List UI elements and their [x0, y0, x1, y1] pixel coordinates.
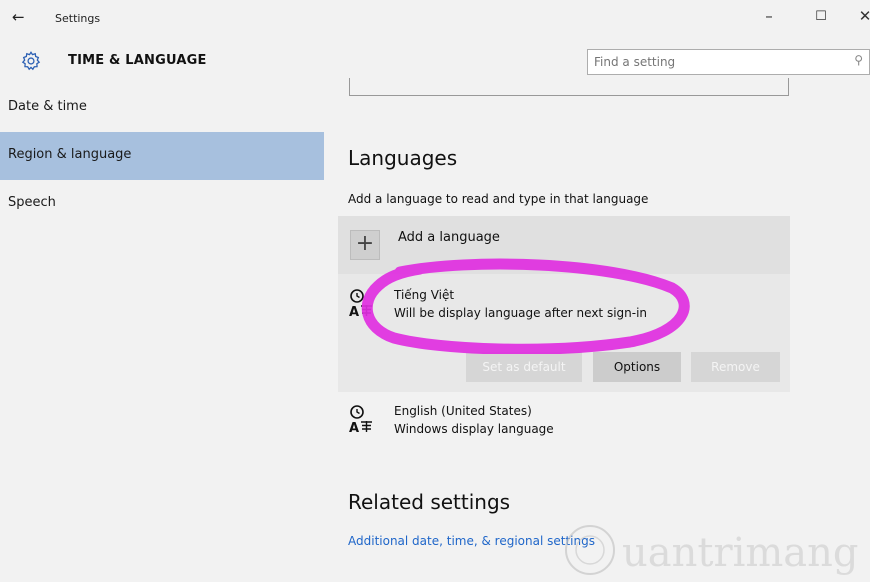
- region-dropdown-partial[interactable]: [349, 78, 789, 96]
- language-name: English (United States): [394, 404, 532, 418]
- language-item-selected[interactable]: A Tiếng Việt Will be display language af…: [338, 274, 790, 392]
- maximize-button[interactable]: ☐: [806, 9, 836, 24]
- language-icon: A: [349, 405, 372, 434]
- language-name: Tiếng Việt: [394, 288, 455, 302]
- watermark-logo: uantrimang: [565, 525, 859, 576]
- options-button[interactable]: Options: [593, 352, 681, 382]
- add-language-button[interactable]: + Add a language: [338, 216, 790, 274]
- sidebar-item-region-language[interactable]: Region & language: [0, 132, 324, 180]
- sidebar-item-date-time[interactable]: Date & time: [0, 84, 324, 132]
- search-box[interactable]: ⚲: [587, 49, 870, 75]
- sidebar-item-label: Date & time: [8, 99, 87, 114]
- close-button[interactable]: ✕: [850, 7, 870, 25]
- page-title: TIME & LANGUAGE: [68, 53, 207, 68]
- add-language-label: Add a language: [398, 230, 500, 245]
- minimize-button[interactable]: –: [754, 7, 784, 25]
- sidebar-item-speech[interactable]: Speech: [0, 180, 324, 228]
- language-status: Windows display language: [394, 422, 554, 436]
- back-arrow-icon[interactable]: ←: [12, 8, 25, 26]
- language-status: Will be display language after next sign…: [394, 306, 648, 320]
- languages-description: Add a language to read and type in that …: [348, 192, 649, 206]
- plus-icon: +: [350, 230, 380, 260]
- title-bar: ← Settings – ☐ ✕: [0, 0, 870, 40]
- svg-text:uantrimang: uantrimang: [622, 530, 859, 576]
- languages-heading: Languages: [348, 146, 458, 170]
- sidebar-item-label: Region & language: [8, 147, 132, 162]
- set-as-default-button[interactable]: Set as default: [466, 352, 582, 382]
- svg-text:A: A: [349, 421, 359, 434]
- window-title: Settings: [55, 12, 101, 25]
- language-item[interactable]: A English (United States) Windows displa…: [338, 398, 790, 448]
- gear-icon: [21, 51, 41, 71]
- related-settings-heading: Related settings: [348, 490, 511, 514]
- language-icon: A: [349, 289, 372, 318]
- svg-text:A: A: [349, 305, 359, 318]
- additional-settings-link[interactable]: Additional date, time, & regional settin…: [348, 534, 595, 548]
- search-icon[interactable]: ⚲: [854, 53, 863, 67]
- remove-button[interactable]: Remove: [691, 352, 780, 382]
- search-input[interactable]: [594, 53, 834, 71]
- sidebar-item-label: Speech: [8, 195, 56, 210]
